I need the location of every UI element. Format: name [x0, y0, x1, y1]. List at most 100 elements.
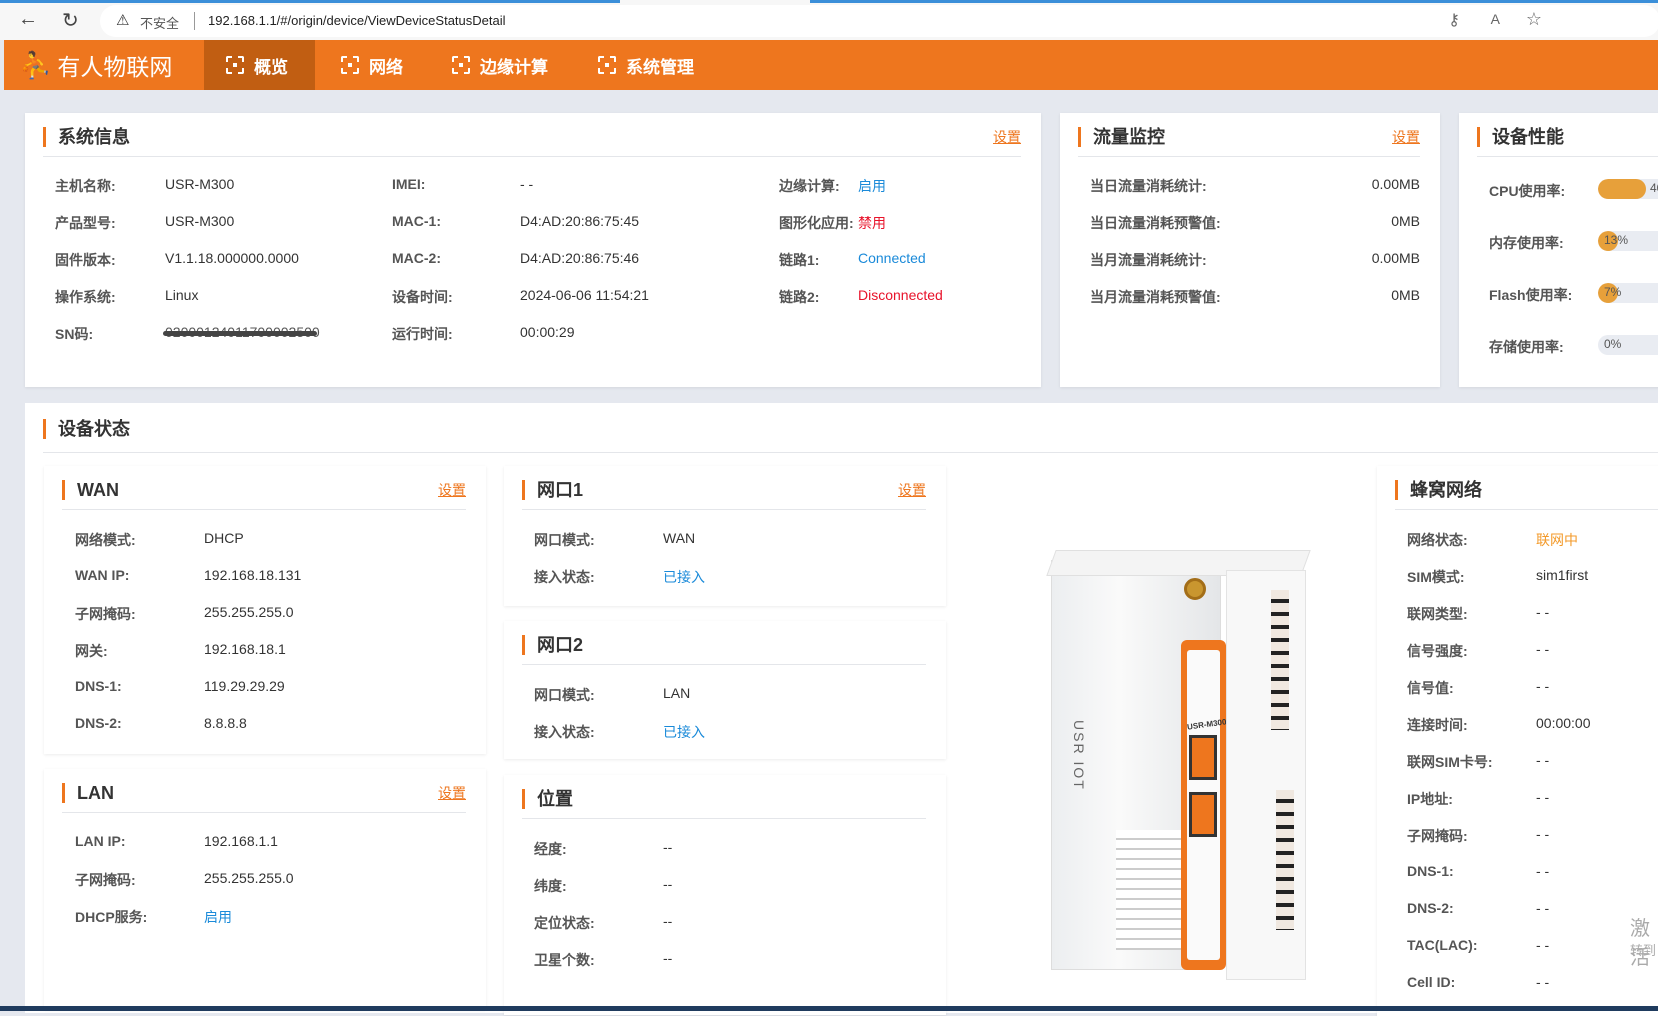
field-label: 链路1:	[779, 252, 820, 268]
star-icon[interactable]: ☆	[1526, 9, 1542, 30]
reload-icon[interactable]: ↻	[62, 8, 79, 33]
usage-percent: 7%	[1604, 285, 1622, 299]
field-label: CPU使用率:	[1489, 183, 1566, 199]
field-value: 0MB	[1391, 213, 1420, 229]
divider	[43, 452, 1658, 453]
traffic-monitor-card: 流量监控 设置 当日流量消耗统计: 0.00MB 当日流量消耗预警值: 0MB 当月流量…	[1060, 113, 1440, 387]
card-title: 位置	[522, 789, 573, 809]
brand-name: 有人物联网	[57, 54, 173, 80]
field-value: --	[663, 876, 673, 892]
field-label: 接入状态:	[534, 569, 595, 585]
warning-icon[interactable]: ⚠	[116, 11, 129, 29]
field-value: Disconnected	[858, 287, 943, 303]
usage-percent: 40%	[1649, 181, 1658, 195]
field-label: 产品型号:	[55, 215, 116, 231]
tab-network[interactable]: 网络	[319, 40, 425, 90]
field-label: DNS-2:	[1407, 900, 1454, 916]
field-value: - -	[1536, 604, 1550, 620]
field-label: DHCP服务:	[75, 909, 148, 925]
system-info-settings-link[interactable]: 设置	[993, 127, 1021, 147]
device-side-text: USR IOT	[1071, 720, 1087, 791]
field-label: 图形化应用:	[779, 215, 854, 231]
tab-icon	[341, 56, 359, 74]
divider	[522, 509, 926, 510]
field-value: sim1first	[1536, 567, 1589, 583]
field-label: TAC(LAC):	[1407, 937, 1478, 953]
field-value: 119.29.29.29	[204, 678, 285, 694]
field-value: 禁用	[858, 215, 886, 231]
divider	[62, 509, 466, 510]
tab-system-management[interactable]: 系统管理	[576, 40, 716, 90]
field-label: DNS-1:	[1407, 863, 1454, 879]
port1-settings-link[interactable]: 设置	[898, 480, 926, 500]
taskbar-edge	[0, 1006, 1658, 1011]
field-value: DHCP	[204, 530, 244, 546]
field-label: 内存使用率:	[1489, 235, 1564, 251]
brand-logo[interactable]: ⛹ 有人物联网	[19, 48, 172, 82]
field-value: - -	[1536, 900, 1550, 916]
field-label: MAC-1:	[392, 213, 441, 229]
key-icon[interactable]: ⚷	[1448, 10, 1460, 30]
field-value: 0MB	[1391, 287, 1420, 303]
field-label: 子网掩码:	[75, 606, 136, 622]
field-label: MAC-2:	[392, 250, 441, 266]
divider	[1395, 509, 1658, 510]
field-value: - -	[1536, 678, 1550, 694]
field-value: D4:AD:20:86:75:45	[520, 213, 640, 229]
usage-bar: 7%	[1598, 283, 1658, 303]
card-title: 设备性能	[1477, 127, 1564, 147]
url-text[interactable]: 192.168.1.1/#/origin/device/ViewDeviceSt…	[208, 13, 506, 28]
wan-settings-link[interactable]: 设置	[438, 480, 466, 500]
field-label: SIM模式:	[1407, 569, 1465, 585]
field-label: 网口模式:	[534, 532, 595, 548]
tab-icon	[598, 56, 616, 74]
tab-edge-computing[interactable]: 边缘计算	[430, 40, 570, 90]
field-value: Connected	[858, 250, 926, 266]
field-label: 网口模式:	[534, 687, 595, 703]
wan-card: WAN 设置 网络模式: DHCP WAN IP: 192.168.18.131 子网掩…	[44, 466, 486, 754]
tab-label: 系统管理	[626, 57, 694, 77]
field-label: 固件版本:	[55, 252, 116, 268]
security-label[interactable]: 不安全	[140, 13, 179, 32]
divider	[1078, 156, 1420, 157]
tab-strip-accent	[810, 0, 1658, 3]
address-bar[interactable]: ⚠ 不安全 192.168.1.1/#/origin/device/ViewDe…	[100, 5, 1658, 37]
field-value: --	[663, 913, 673, 929]
device-image: USR IOT USR-M300	[1041, 530, 1316, 980]
divider	[522, 818, 926, 819]
card-title: 系统信息	[43, 127, 130, 147]
read-aloud-icon[interactable]: A	[1491, 11, 1500, 27]
field-value: --	[663, 839, 673, 855]
usage-bar: 0%	[1598, 335, 1658, 355]
tab-icon	[226, 56, 244, 74]
field-label: 经度:	[534, 841, 567, 857]
cellular-card: 蜂窝网络 网络状态: 联网中 SIM模式: sim1first 联网类型: - - 信号强度…	[1377, 466, 1658, 1016]
port1-card: 网口1 设置 网口模式: WAN 接入状态: 已接入	[504, 466, 946, 606]
card-title: 流量监控	[1078, 127, 1165, 147]
field-label: 设备时间:	[392, 289, 453, 305]
field-label: 网络模式:	[75, 532, 136, 548]
divider	[62, 812, 466, 813]
field-label: 边缘计算:	[779, 178, 840, 194]
field-label: 主机名称:	[55, 178, 116, 194]
tab-label: 边缘计算	[480, 57, 548, 77]
lan-settings-link[interactable]: 设置	[438, 783, 466, 803]
divider	[194, 12, 195, 30]
back-icon[interactable]: ←	[18, 8, 38, 31]
field-value: 0.00MB	[1371, 250, 1420, 266]
field-label: 当月流量消耗统计:	[1090, 252, 1207, 268]
field-label: 接入状态:	[534, 724, 595, 740]
field-value: - -	[1536, 789, 1550, 805]
field-value: 启用	[858, 178, 886, 194]
field-value: 00:00:00	[1536, 715, 1591, 731]
traffic-settings-link[interactable]: 设置	[1392, 127, 1420, 147]
field-label: Flash使用率:	[1489, 287, 1573, 303]
tab-overview[interactable]: 概览	[204, 40, 315, 90]
field-label: 定位状态:	[534, 915, 595, 931]
field-label: 联网类型:	[1407, 606, 1468, 622]
divider	[522, 664, 926, 665]
divider	[1477, 156, 1658, 157]
field-label: 网关:	[75, 643, 108, 659]
location-card: 位置 经度: -- 纬度: -- 定位状态: -- 卫星个数: --	[504, 775, 946, 1015]
field-value: LAN	[663, 685, 691, 701]
